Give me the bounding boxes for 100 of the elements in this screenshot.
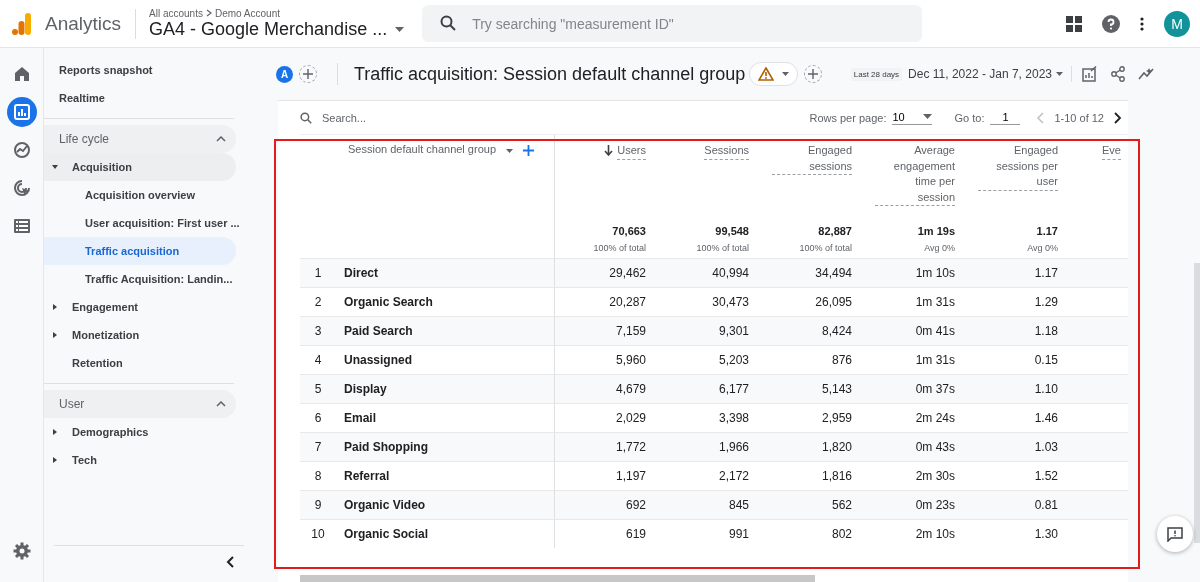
caret-right-icon xyxy=(52,304,58,310)
table-cell: 562 xyxy=(753,490,856,519)
search-icon xyxy=(300,111,312,124)
plus-icon xyxy=(808,69,819,79)
account-avatar[interactable]: M xyxy=(1164,10,1190,37)
nav-group[interactable]: Monetization xyxy=(44,321,236,349)
column-total: 1m 19s xyxy=(917,225,955,237)
settings-icon[interactable] xyxy=(12,542,31,560)
column-header[interactable]: Engaged sessions xyxy=(772,143,852,175)
vertical-scrollbar[interactable] xyxy=(1194,263,1200,543)
date-range-picker[interactable]: Dec 11, 2022 - Jan 7, 2023 xyxy=(908,67,1063,81)
table-cell: 692 xyxy=(555,490,650,519)
nav-item[interactable]: Retention xyxy=(44,349,236,377)
row-number: 3 xyxy=(300,316,340,345)
channel-name: Paid Search xyxy=(340,316,555,345)
table-cell: 1.30 xyxy=(959,519,1062,548)
table-cell: 34,494 xyxy=(753,258,856,287)
channel-name: Organic Video xyxy=(340,490,555,519)
chevron-up-icon xyxy=(216,401,226,407)
column-header[interactable]: Average engagement time per session xyxy=(875,143,955,206)
table-cell: 6,177 xyxy=(650,374,753,403)
caret-down-icon[interactable] xyxy=(506,149,513,153)
table-cell: 1m 10s xyxy=(856,258,959,287)
search-field[interactable]: Try searching "measurement ID" xyxy=(422,5,923,42)
go-to-label: Go to: xyxy=(954,111,985,124)
search-icon xyxy=(440,15,457,31)
nav-section-header[interactable]: Life cycle xyxy=(44,125,236,153)
share-icon[interactable] xyxy=(1110,66,1126,82)
column-total: 99,548 xyxy=(715,225,749,237)
table-cell: 0m 37s xyxy=(856,374,959,403)
property-title[interactable]: GA4 - Google Merchandise ... xyxy=(149,18,388,40)
warning-dropdown[interactable] xyxy=(749,62,799,86)
row-number: 9 xyxy=(300,490,340,519)
column-total: 1.17 xyxy=(1036,225,1058,237)
channel-name: Direct xyxy=(340,258,555,287)
table-cell: 1.17 xyxy=(959,258,1062,287)
nav-group[interactable]: Tech xyxy=(44,446,236,474)
chevron-left-icon[interactable] xyxy=(226,556,234,568)
column-header[interactable]: Eve xyxy=(1102,143,1121,160)
go-to-field[interactable]: 1 xyxy=(990,110,1021,125)
column-total: 70,663 xyxy=(612,225,646,237)
nav-group[interactable]: Acquisition xyxy=(44,153,236,181)
table-cell: 4,679 xyxy=(555,374,650,403)
row-number: 7 xyxy=(300,432,340,461)
nav-item[interactable]: Acquisition overview xyxy=(44,181,236,209)
nav-group[interactable]: Engagement xyxy=(44,293,236,321)
chevron-left-icon xyxy=(1036,111,1045,124)
table-cell: 1.03 xyxy=(959,432,1062,461)
total-note: 100% of total xyxy=(696,243,749,253)
chevron-up-icon xyxy=(216,136,226,142)
nav-item[interactable]: Traffic Acquisition: Landin... xyxy=(44,265,236,293)
nav-group[interactable]: Demographics xyxy=(44,418,236,446)
dimension-header[interactable]: Session default channel group xyxy=(348,143,496,155)
table-cell: 8,424 xyxy=(753,316,856,345)
plus-icon xyxy=(303,69,313,79)
column-header[interactable]: Sessions xyxy=(704,143,749,160)
comparison-badge[interactable]: A xyxy=(276,65,293,83)
channel-name: Organic Social xyxy=(340,519,555,548)
breadcrumb-link[interactable]: Demo Account xyxy=(214,7,280,19)
nav-section-header[interactable]: User xyxy=(44,390,236,418)
date-preset-label: Last 28 days xyxy=(850,67,903,81)
column-header[interactable]: Engaged sessions per user xyxy=(978,143,1058,191)
table-cell: 0m 41s xyxy=(856,316,959,345)
caret-down-icon xyxy=(923,114,933,119)
rows-per-page-select[interactable]: 10 xyxy=(892,110,933,125)
nav-item[interactable]: Traffic acquisition xyxy=(44,237,236,265)
breadcrumb-link[interactable]: All accounts xyxy=(149,7,203,19)
table-cell: 1,772 xyxy=(555,432,650,461)
caret-down-icon[interactable] xyxy=(395,26,405,32)
list-icon xyxy=(13,219,30,233)
nav-item[interactable]: Reports snapshot xyxy=(44,56,236,84)
table-cell: 5,143 xyxy=(753,374,856,403)
table-cell: 1.18 xyxy=(959,316,1062,345)
rows-per-page-label: Rows per page: xyxy=(809,111,887,124)
warning-icon xyxy=(758,67,775,81)
table-cell: 991 xyxy=(650,519,753,548)
caret-right-icon xyxy=(52,332,58,338)
total-note: 100% of total xyxy=(593,243,646,253)
total-note: 100% of total xyxy=(799,243,852,253)
more-vert-icon[interactable] xyxy=(1140,16,1144,31)
table-cell: 0.81 xyxy=(959,490,1062,519)
apps-grid-icon[interactable] xyxy=(1066,15,1082,32)
table-cell: 40,994 xyxy=(650,258,753,287)
rail-button[interactable] xyxy=(6,97,37,127)
table-cell: 0m 23s xyxy=(856,490,959,519)
home-icon xyxy=(12,65,31,83)
trend-circle-icon xyxy=(12,141,31,159)
table-cell: 619 xyxy=(555,519,650,548)
chevron-right-icon xyxy=(1114,111,1122,124)
next-page-button[interactable] xyxy=(1114,111,1122,124)
nav-item[interactable]: Realtime xyxy=(44,84,236,112)
table-cell: 1.10 xyxy=(959,374,1062,403)
horizontal-scrollbar[interactable] xyxy=(300,575,815,582)
add-icon[interactable] xyxy=(523,145,534,156)
column-header[interactable]: Users xyxy=(604,143,646,160)
caret-down-icon xyxy=(782,72,790,76)
feedback-button[interactable] xyxy=(1157,516,1193,552)
help-icon[interactable] xyxy=(1102,14,1120,33)
insights-icon[interactable] xyxy=(1138,67,1156,81)
edit-report-icon[interactable] xyxy=(1082,66,1098,82)
